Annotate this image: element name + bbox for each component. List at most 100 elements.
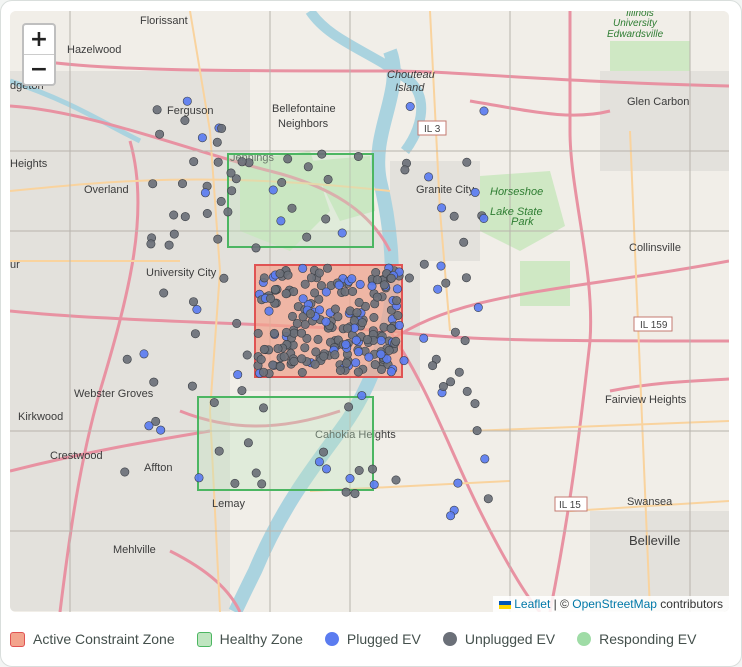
unplugged-ev-marker[interactable] [341, 487, 351, 497]
unplugged-ev-marker[interactable] [342, 323, 352, 333]
plugged-ev-marker[interactable] [197, 133, 207, 143]
unplugged-ev-marker[interactable] [283, 270, 293, 280]
plugged-ev-marker[interactable] [433, 284, 443, 294]
unplugged-ev-marker[interactable] [462, 386, 472, 396]
plugged-ev-marker[interactable] [321, 317, 331, 327]
zoom-out-button[interactable]: − [24, 54, 54, 84]
plugged-ev-marker[interactable] [351, 358, 361, 368]
unplugged-ev-marker[interactable] [237, 157, 247, 167]
unplugged-ev-marker[interactable] [122, 354, 132, 364]
unplugged-ev-marker[interactable] [149, 377, 159, 387]
unplugged-ev-marker[interactable] [314, 268, 324, 278]
unplugged-ev-marker[interactable] [226, 168, 236, 178]
unplugged-ev-marker[interactable] [344, 402, 354, 412]
unplugged-ev-marker[interactable] [371, 267, 381, 277]
unplugged-ev-marker[interactable] [353, 367, 363, 377]
plugged-ev-marker[interactable] [453, 478, 463, 488]
unplugged-ev-marker[interactable] [386, 273, 396, 283]
unplugged-ev-marker[interactable] [178, 179, 188, 189]
plugged-ev-marker[interactable] [341, 339, 351, 349]
unplugged-ev-marker[interactable] [265, 293, 275, 303]
zoom-in-button[interactable]: + [24, 25, 54, 54]
unplugged-ev-marker[interactable] [460, 336, 470, 346]
unplugged-ev-marker[interactable] [352, 308, 362, 318]
unplugged-ev-marker[interactable] [310, 359, 320, 369]
unplugged-ev-marker[interactable] [302, 232, 312, 242]
unplugged-ev-marker[interactable] [189, 297, 199, 307]
unplugged-ev-marker[interactable] [354, 297, 364, 307]
unplugged-ev-marker[interactable] [300, 279, 310, 289]
unplugged-ev-marker[interactable] [281, 327, 291, 337]
plugged-ev-marker[interactable] [321, 287, 331, 297]
unplugged-ev-marker[interactable] [257, 479, 267, 489]
unplugged-ev-marker[interactable] [350, 489, 360, 499]
unplugged-ev-marker[interactable] [348, 286, 358, 296]
plugged-ev-marker[interactable] [351, 335, 361, 345]
plugged-ev-marker[interactable] [394, 320, 404, 330]
unplugged-ev-marker[interactable] [303, 162, 313, 172]
plugged-ev-marker[interactable] [156, 425, 166, 435]
unplugged-ev-marker[interactable] [155, 129, 165, 139]
unplugged-ev-marker[interactable] [311, 347, 321, 357]
plugged-ev-marker[interactable] [357, 391, 367, 401]
plugged-ev-marker[interactable] [386, 367, 396, 377]
plugged-ev-marker[interactable] [436, 261, 446, 271]
unplugged-ev-marker[interactable] [353, 152, 363, 162]
unplugged-ev-marker[interactable] [379, 280, 389, 290]
plugged-ev-marker[interactable] [353, 347, 363, 357]
plugged-ev-marker[interactable] [337, 228, 347, 238]
plugged-ev-marker[interactable] [369, 480, 379, 490]
plugged-ev-marker[interactable] [392, 284, 402, 294]
unplugged-ev-marker[interactable] [289, 287, 299, 297]
unplugged-ev-marker[interactable] [372, 292, 382, 302]
unplugged-ev-marker[interactable] [292, 318, 302, 328]
map-view[interactable]: Florissant Hazelwood dgeton Ferguson Bel… [10, 11, 729, 612]
unplugged-ev-marker[interactable] [169, 229, 179, 239]
unplugged-ev-marker[interactable] [259, 273, 269, 283]
unplugged-ev-marker[interactable] [259, 344, 269, 354]
unplugged-ev-marker[interactable] [404, 273, 414, 283]
unplugged-ev-marker[interactable] [391, 336, 401, 346]
unplugged-ev-marker[interactable] [370, 360, 380, 370]
unplugged-ev-marker[interactable] [400, 165, 410, 175]
unplugged-ev-marker[interactable] [253, 328, 263, 338]
unplugged-ev-marker[interactable] [212, 137, 222, 147]
unplugged-ev-marker[interactable] [259, 367, 269, 377]
plugged-ev-marker[interactable] [405, 102, 415, 112]
unplugged-ev-marker[interactable] [391, 475, 401, 485]
unplugged-ev-marker[interactable] [256, 354, 266, 364]
unplugged-ev-marker[interactable] [335, 365, 345, 375]
unplugged-ev-marker[interactable] [209, 398, 219, 408]
unplugged-ev-marker[interactable] [269, 328, 279, 338]
unplugged-ev-marker[interactable] [297, 367, 307, 377]
unplugged-ev-marker[interactable] [268, 360, 278, 370]
unplugged-ev-marker[interactable] [189, 157, 199, 167]
unplugged-ev-marker[interactable] [357, 318, 367, 328]
unplugged-ev-marker[interactable] [313, 334, 323, 344]
unplugged-ev-marker[interactable] [243, 438, 253, 448]
plugged-ev-marker[interactable] [473, 302, 483, 312]
unplugged-ev-marker[interactable] [277, 178, 287, 188]
plugged-ev-marker[interactable] [376, 335, 386, 345]
unplugged-ev-marker[interactable] [180, 212, 190, 222]
unplugged-ev-marker[interactable] [372, 275, 382, 285]
unplugged-ev-marker[interactable] [297, 354, 307, 364]
unplugged-ev-marker[interactable] [305, 309, 315, 319]
unplugged-ev-marker[interactable] [216, 196, 226, 206]
plugged-ev-marker[interactable] [446, 511, 456, 521]
unplugged-ev-marker[interactable] [232, 318, 242, 328]
unplugged-ev-marker[interactable] [214, 446, 224, 456]
unplugged-ev-marker[interactable] [461, 273, 471, 283]
unplugged-ev-marker[interactable] [393, 310, 403, 320]
unplugged-ev-marker[interactable] [270, 284, 280, 294]
unplugged-ev-marker[interactable] [227, 186, 237, 196]
unplugged-ev-marker[interactable] [180, 116, 190, 126]
unplugged-ev-marker[interactable] [354, 465, 364, 475]
plugged-ev-marker[interactable] [419, 333, 429, 343]
plugged-ev-marker[interactable] [200, 188, 210, 198]
unplugged-ev-marker[interactable] [330, 304, 340, 314]
unplugged-ev-marker[interactable] [190, 329, 200, 339]
plugged-ev-marker[interactable] [298, 294, 308, 304]
unplugged-ev-marker[interactable] [310, 288, 320, 298]
unplugged-ev-marker[interactable] [283, 154, 293, 164]
